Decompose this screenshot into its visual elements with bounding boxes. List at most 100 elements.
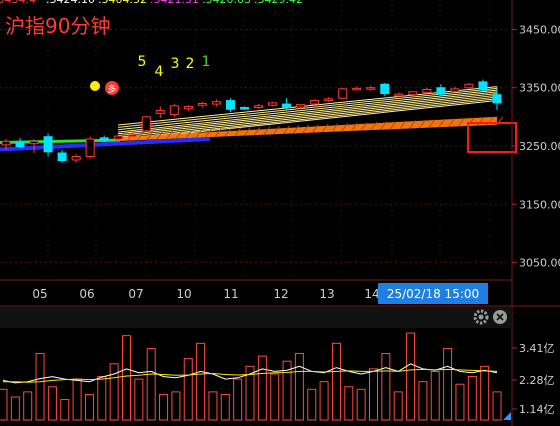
- y-tick-label: 3450.00: [519, 23, 560, 36]
- candle-body: [127, 134, 137, 137]
- ma-header-value: .3421.51: [150, 0, 199, 6]
- y-tick-label: 3050.00: [519, 257, 560, 270]
- volume-bar: [183, 358, 193, 421]
- x-tick-label: 06: [79, 287, 94, 301]
- candle-body: [155, 109, 165, 114]
- candle-body: [366, 87, 376, 90]
- volume-bar: [430, 370, 440, 421]
- kline-chart[interactable]: .3434.4 .3424.10.3404.52.3421.51.3420.63.…: [0, 0, 560, 426]
- x-tick-label: 13: [319, 287, 334, 301]
- candle-body: [211, 101, 221, 105]
- volume-bar: [443, 347, 453, 421]
- volume-bar: [331, 342, 341, 421]
- volume-bar: [480, 365, 490, 421]
- volume-bar: [319, 381, 329, 421]
- volume-bar: [134, 378, 144, 421]
- gear-hub: [478, 314, 484, 320]
- volume-bar: [47, 386, 57, 421]
- x-tick-label: 11: [223, 287, 238, 301]
- y-tick-label: 3350.00: [519, 82, 560, 95]
- highlight-box: [467, 122, 517, 153]
- signal-marker: 3: [171, 56, 180, 72]
- x-tick-label: 14: [364, 287, 379, 301]
- volume-bar: [257, 355, 267, 421]
- volume-bar: [159, 393, 169, 421]
- candle-body: [29, 140, 39, 145]
- volume-bar: [208, 391, 218, 421]
- candle-body: [99, 137, 109, 141]
- candle-body: [225, 100, 235, 110]
- volume-bar: [23, 391, 33, 421]
- ma-values-header: .3434.4 .3424.10.3404.52.3421.51.3420.63.…: [0, 0, 303, 6]
- volume-bar: [72, 378, 82, 421]
- candle-body: [141, 116, 151, 132]
- long-badge-label: 多: [107, 83, 116, 95]
- volume-bar: [418, 381, 428, 421]
- candle-body: [85, 138, 95, 157]
- signal-marker: 1: [202, 54, 211, 70]
- candle-body: [57, 152, 67, 162]
- signal-marker: 5: [138, 54, 147, 70]
- volume-bar: [369, 368, 378, 421]
- candle-body: [324, 98, 334, 102]
- candle-body: [464, 83, 474, 89]
- volume-bar: [356, 388, 366, 421]
- candle-body: [113, 135, 123, 140]
- candle-body: [394, 93, 404, 97]
- volume-tick-label: 1.14亿: [519, 403, 555, 416]
- volume-tick-label: 2.28亿: [519, 374, 555, 387]
- ma-header-value: .3424.10: [46, 0, 95, 6]
- volume-bar: [455, 383, 465, 421]
- volume-bar: [122, 335, 131, 421]
- volume-bar: [294, 353, 304, 421]
- ma-header-value: .3404.52: [98, 0, 147, 6]
- volume-bar: [171, 391, 181, 421]
- volume-bar: [0, 388, 8, 421]
- candle-body: [492, 94, 502, 104]
- volume-bar: [220, 393, 230, 421]
- chart-title: 沪指90分钟: [5, 14, 111, 38]
- x-tick-label: 07: [128, 287, 143, 301]
- candle-body: [422, 88, 432, 93]
- x-tick-label: 05: [32, 287, 47, 301]
- candle-body: [478, 81, 488, 91]
- candle-body: [310, 100, 320, 105]
- candle-body: [408, 91, 418, 96]
- volume-tick-label: 3.41亿: [519, 342, 555, 355]
- candle-body: [282, 103, 292, 109]
- volume-bar: [307, 388, 317, 421]
- y-tick-label: 3150.00: [519, 198, 560, 211]
- resize-handle[interactable]: [503, 412, 511, 420]
- volume-bar: [97, 376, 107, 421]
- candle-body: [169, 105, 179, 116]
- candle-body: [239, 107, 249, 110]
- candle-body: [380, 83, 390, 95]
- moving-average-lines: [0, 86, 504, 152]
- candle-body: [43, 136, 53, 153]
- volume-bar: [233, 378, 243, 421]
- volume-bar: [344, 386, 354, 421]
- candle-body: [268, 102, 278, 106]
- y-tick-label: 3250.00: [519, 140, 560, 153]
- candle-body: [71, 155, 81, 161]
- ma-header-value: .3420.63: [202, 0, 251, 6]
- axes: 3450.00 3350.00 3250.00 3150.00 3050.00 05 06 0…: [0, 0, 560, 426]
- volume-bar: [146, 347, 156, 421]
- signal-marker: 4: [155, 64, 164, 80]
- ma-header-value: .3434.4: [0, 0, 36, 6]
- candle-body: [1, 140, 11, 146]
- candle-body: [338, 88, 348, 99]
- volume-bar: [467, 376, 477, 421]
- volume-panel-header: [0, 307, 512, 328]
- candle-body: [254, 105, 264, 109]
- signal-dot: [90, 81, 100, 91]
- volume-bar: [84, 393, 94, 421]
- ma-header-value: .3429.42: [254, 0, 303, 6]
- volume-bar: [270, 373, 280, 421]
- volume-bar: [406, 332, 416, 421]
- candle-body: [197, 102, 207, 106]
- close-icon[interactable]: [493, 310, 507, 324]
- volume-bar: [492, 391, 502, 421]
- x-tick-label: 12: [273, 287, 288, 301]
- volume-bar: [381, 353, 391, 421]
